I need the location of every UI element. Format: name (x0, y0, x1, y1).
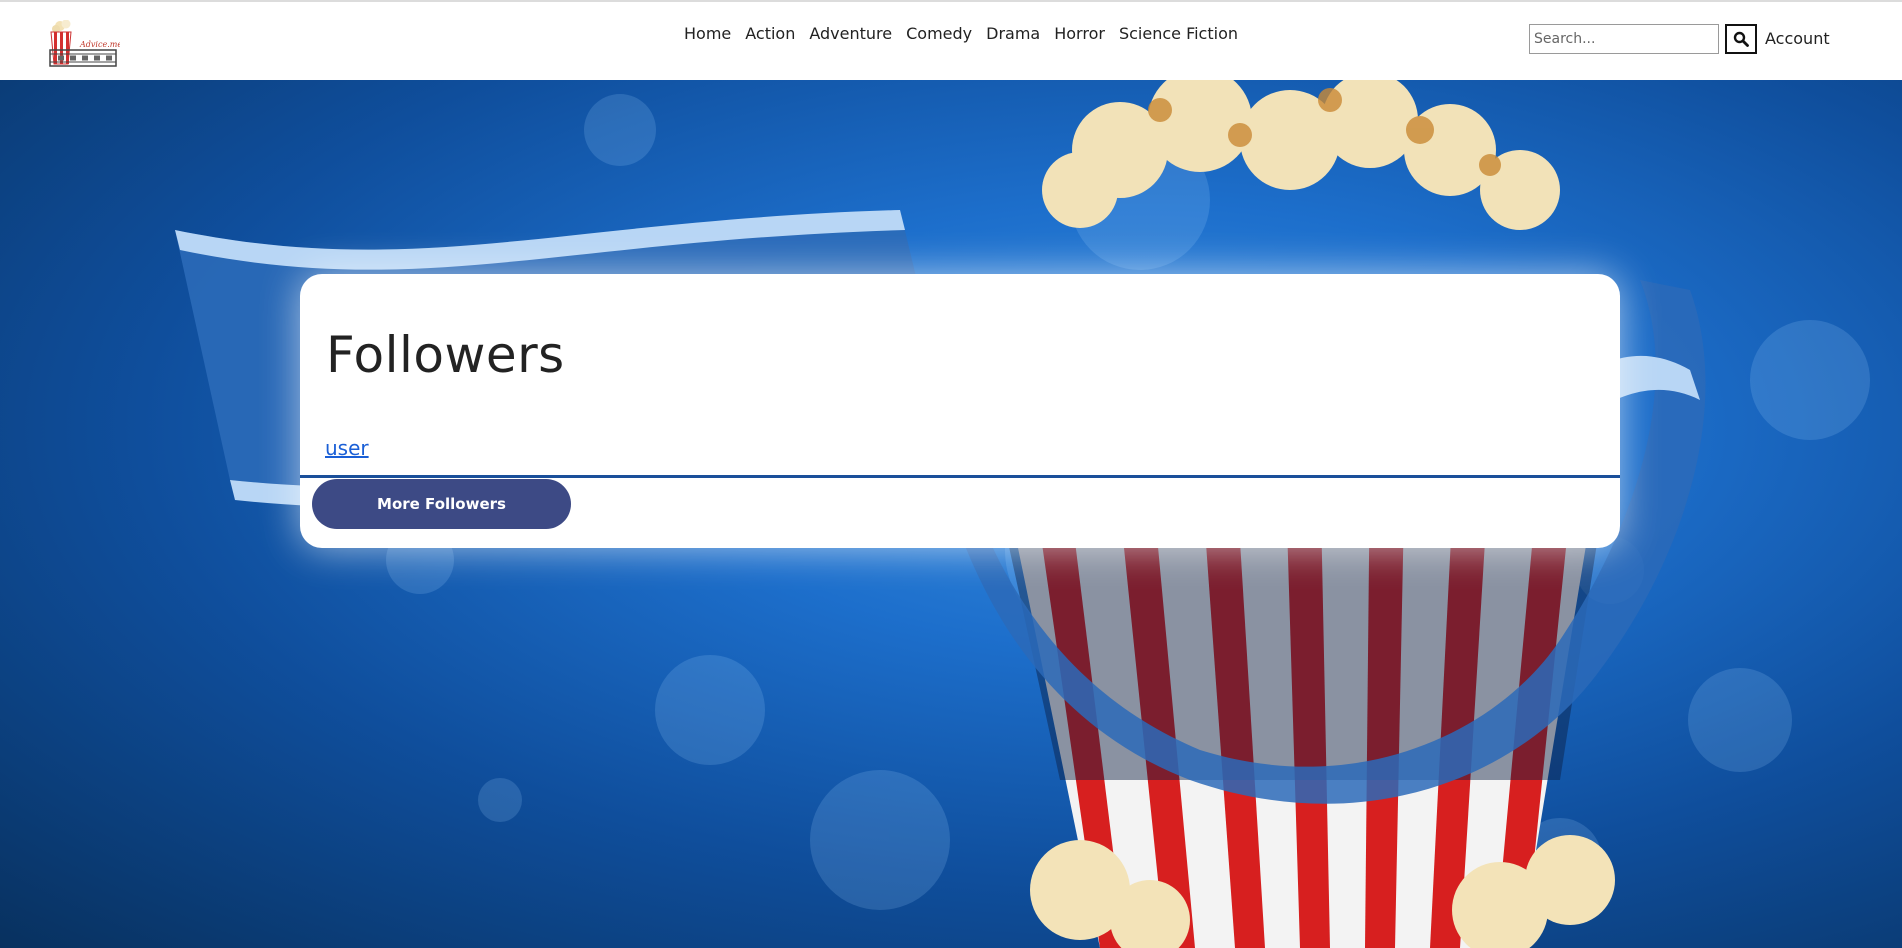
logo-text: Advice.me (79, 40, 120, 49)
follower-link[interactable]: user (325, 436, 369, 460)
search-button[interactable] (1725, 24, 1757, 54)
nav-drama[interactable]: Drama (986, 24, 1040, 43)
nav-home[interactable]: Home (684, 24, 731, 43)
account-link[interactable]: Account (1765, 29, 1830, 48)
site-logo[interactable]: Advice.me (48, 19, 122, 80)
nav-science-fiction[interactable]: Science Fiction (1119, 24, 1238, 43)
nav-horror[interactable]: Horror (1054, 24, 1105, 43)
search-form (1529, 24, 1757, 54)
search-input[interactable] (1529, 24, 1719, 54)
navbar: Advice.me Home Action Adventure Comedy D… (0, 2, 1902, 80)
nav-comedy[interactable]: Comedy (906, 24, 972, 43)
divider (300, 475, 1620, 478)
followers-card: Followers user More Followers (300, 274, 1620, 548)
nav-action[interactable]: Action (745, 24, 795, 43)
search-icon (1733, 31, 1749, 47)
nav-adventure[interactable]: Adventure (809, 24, 892, 43)
page-title: Followers (326, 326, 565, 384)
hero-background: Followers user More Followers (0, 80, 1902, 948)
more-followers-button[interactable]: More Followers (312, 479, 571, 529)
popcorn-logo-icon: Advice.me (49, 19, 122, 67)
